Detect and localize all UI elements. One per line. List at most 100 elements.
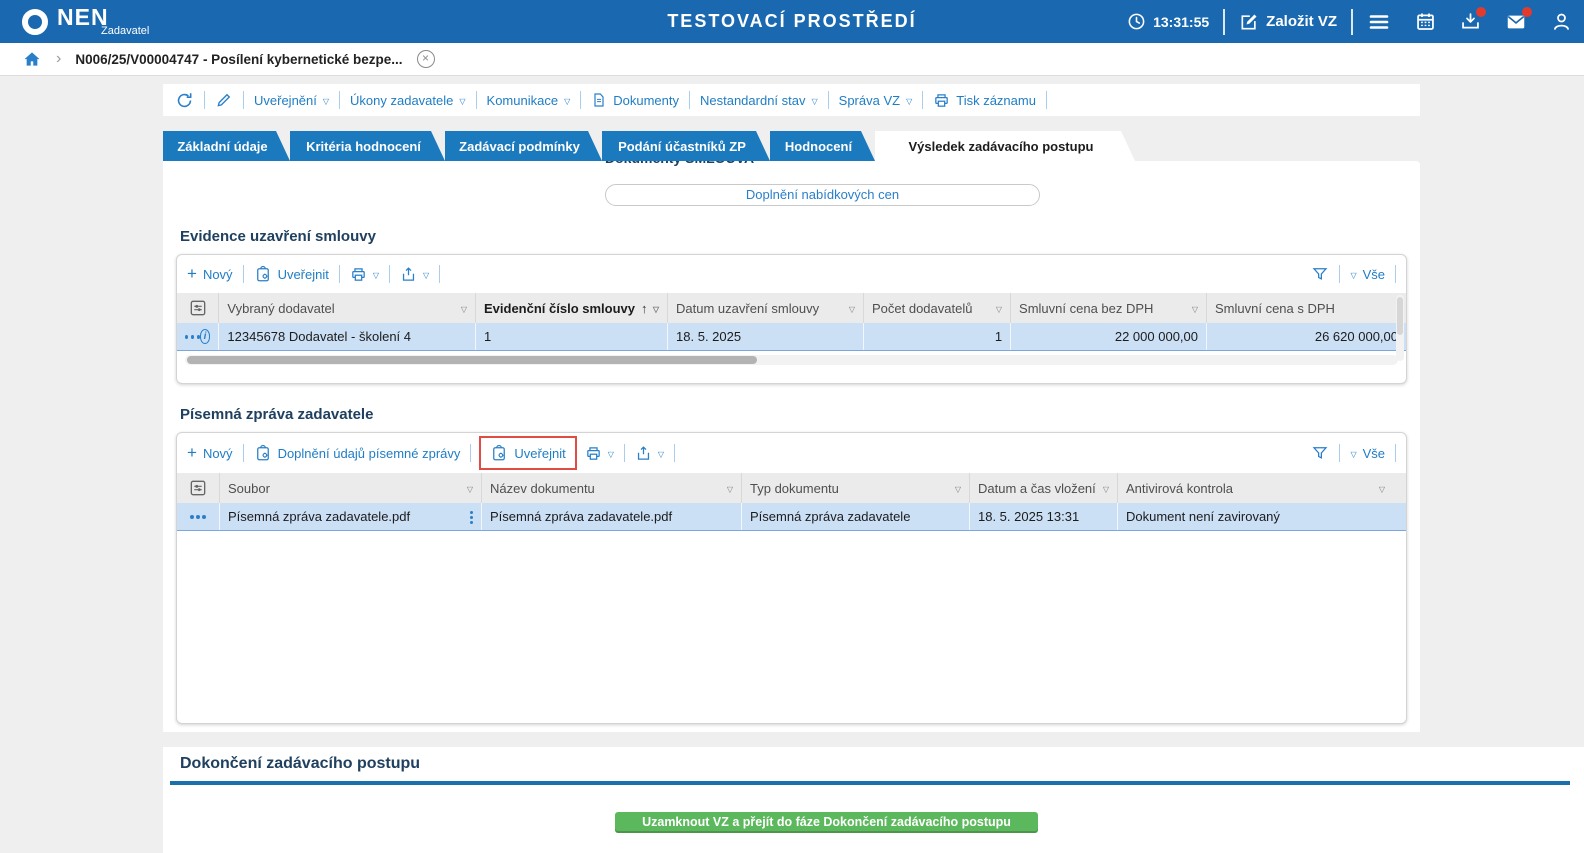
publish-report-button[interactable]: Uveřejnit [490,444,566,462]
breadcrumb-record[interactable]: N006/25/V00004747 - Posílení kybernetick… [75,52,402,67]
menu-dokumenty[interactable]: Dokumenty [591,92,679,108]
column-header-typ-dokumentu[interactable]: Typ dokumentu ▽ [741,473,969,503]
column-label: Datum uzavření smlouvy [676,300,820,316]
column-settings-button[interactable] [177,473,219,503]
column-header-antivirova-kontrola[interactable]: Antivirová kontrola ▽ [1117,473,1393,503]
separator [1395,265,1396,283]
menu-uverejneni[interactable]: Uveřejnění ▽ [254,93,329,108]
chevron-right-icon: › [56,50,62,67]
scrollbar-thumb[interactable] [187,356,758,364]
lock-vz-button[interactable]: Uzamknout VZ a přejít do fáze Dokončení … [615,812,1038,833]
row-actions[interactable] [177,503,219,530]
menu-komunikace[interactable]: Komunikace ▽ [487,93,571,108]
cell-antivirova-kontrola: Dokument není zavirovaný [1117,503,1393,530]
menu-button[interactable] [1367,10,1391,34]
scrollbar-thumb[interactable] [1397,297,1403,335]
row-menu-icon[interactable] [190,514,194,519]
print-dropdown-button[interactable]: ▽ [585,445,614,462]
cell-nazev-dokumentu: Písemná zpráva zadavatele.pdf [481,503,741,530]
filter-chevron-icon[interactable]: ▽ [467,485,473,494]
column-header-smluvni-cena-bez-dph[interactable]: Smluvní cena bez DPH ▽ [1010,293,1206,323]
tab-vysledek-zadavaciho-postupu[interactable]: Výsledek zadávacího postupu [875,131,1135,161]
drag-handle-icon[interactable] [470,511,473,514]
tab-zadavaci-podminky[interactable]: Zadávací podmínky [445,131,602,161]
logo-subtitle: Zadavatel [101,25,150,37]
nen-logo[interactable]: NEN Zadavatel [22,6,149,37]
chevron-down-icon: ▽ [372,270,380,280]
view-all-label: Vše [1362,266,1385,282]
filter-icon[interactable] [1311,265,1329,283]
menu-label: Dokumenty [613,92,679,108]
filter-chevron-icon[interactable]: ▽ [653,305,659,314]
menu-tisk-zaznamu[interactable]: Tisk záznamu [933,92,1036,109]
filter-chevron-icon[interactable]: ▽ [849,305,855,314]
filter-chevron-icon[interactable]: ▽ [727,485,733,494]
column-header-pocet-dodavatelu[interactable]: Počet dodavatelů ▽ [862,293,1010,323]
menu-label: Komunikace [486,92,559,108]
tab-content-panel: Dokumenty SMLOUVA Doplnění nabídkových c… [163,161,1420,732]
report-table-row[interactable]: Písemná zpráva zadavatele.pdf Písemná zp… [177,503,1406,531]
calendar-button[interactable] [1415,11,1436,32]
tab-label: Hodnocení [784,138,853,154]
section-title-evidence-uzavreni-smlouvy: Evidence uzavření smlouvy [180,228,376,245]
topbar-actions: 13:31:55 Založit VZ [1127,0,1572,43]
messages-button[interactable] [1505,6,1532,33]
column-header-nazev-dokumentu[interactable]: Název dokumentu ▽ [481,473,741,503]
column-header-soubor[interactable]: Soubor ▽ [219,473,481,503]
info-icon[interactable]: i [199,329,211,344]
new-report-button[interactable]: + Nový [187,443,233,463]
column-header-datum-a-cas-vlozeni[interactable]: Datum a čas vložení ▽ [969,473,1117,503]
tab-zakladni-udaje[interactable]: Základní údaje [163,131,290,161]
row-menu-icon[interactable] [185,334,188,339]
vertical-scrollbar[interactable] [1396,295,1404,361]
export-dropdown-button[interactable]: ▽ [400,266,429,283]
column-settings-button[interactable] [177,293,218,323]
column-label: Smluvní cena bez DPH [1019,300,1154,316]
user-profile-button[interactable] [1551,11,1572,32]
column-header-evidencni-cislo-smlouvy[interactable]: Evidenční číslo smlouvy ↑ ▽ [475,293,667,323]
tab-hodnoceni[interactable]: Hodnocení [770,131,875,161]
refresh-icon[interactable] [175,91,194,110]
filter-icon[interactable] [1311,444,1329,462]
horizontal-scrollbar[interactable] [185,355,1398,365]
logo-text-wrap: NEN Zadavatel [57,6,149,37]
filter-chevron-icon[interactable]: ▽ [1103,485,1109,494]
filter-chevron-icon[interactable]: ▽ [1379,485,1385,494]
doplneni-nabidkovych-cen-button[interactable]: Doplnění nabídkových cen [605,184,1040,206]
column-settings-icon [188,478,208,498]
filter-chevron-icon[interactable]: ▽ [1192,305,1198,314]
column-header-smluvni-cena-s-dph[interactable]: Smluvní cena s DPH [1206,293,1406,323]
contracts-table-row[interactable]: i 12345678 Dodavatel - školení 4 1 18. 5… [177,323,1406,351]
tab-kriteria-hodnoceni[interactable]: Kritéria hodnocení [290,131,445,161]
calendar-icon [1415,11,1436,32]
filter-chevron-icon[interactable]: ▽ [461,305,467,314]
export-dropdown-button[interactable]: ▽ [635,445,664,462]
close-icon[interactable]: × [416,50,435,68]
print-dropdown-button[interactable]: ▽ [350,266,379,283]
row-actions[interactable]: i [177,323,218,350]
column-label: Antivirová kontrola [1126,480,1233,496]
cell-pocet-dodavatelu: 1 [862,323,1010,350]
create-vz-button[interactable]: Založit VZ [1239,12,1337,32]
publish-contract-button[interactable]: Uveřejnit [254,265,329,283]
column-header-datum-uzavreni-smlouvy[interactable]: Datum uzavření smlouvy ▽ [667,293,863,323]
button-label: Nový [202,445,233,461]
supplement-report-button[interactable]: Doplnění údajů písemné zprávy [254,444,460,462]
downloads-button[interactable] [1460,7,1486,32]
filter-chevron-icon[interactable]: ▽ [955,485,961,494]
column-header-vybrany-dodavatel[interactable]: Vybraný dodavatel ▽ [218,293,475,323]
home-icon[interactable] [22,49,42,69]
file-link[interactable]: Písemná zpráva zadavatele.pdf [228,509,410,524]
clock-icon [1127,12,1146,31]
filter-chevron-icon[interactable]: ▽ [996,305,1002,314]
chevron-down-icon: ▽ [1350,270,1357,280]
menu-sprava-vz[interactable]: Správa VZ ▽ [839,93,913,108]
menu-nestandardni-stav[interactable]: Nestandardní stav ▽ [700,93,818,108]
pencil-icon[interactable] [215,91,233,109]
view-all-dropdown[interactable]: ▽ Vše [1350,267,1385,282]
new-contract-button[interactable]: + Nový [187,264,233,284]
view-all-dropdown[interactable]: ▽ Vše [1350,446,1385,461]
tab-podani-ucastniku[interactable]: Podání účastníků ZP [602,131,770,161]
annotation-highlight-box: Uveřejnit [479,436,577,470]
menu-ukony-zadavatele[interactable]: Úkony zadavatele ▽ [350,93,466,108]
